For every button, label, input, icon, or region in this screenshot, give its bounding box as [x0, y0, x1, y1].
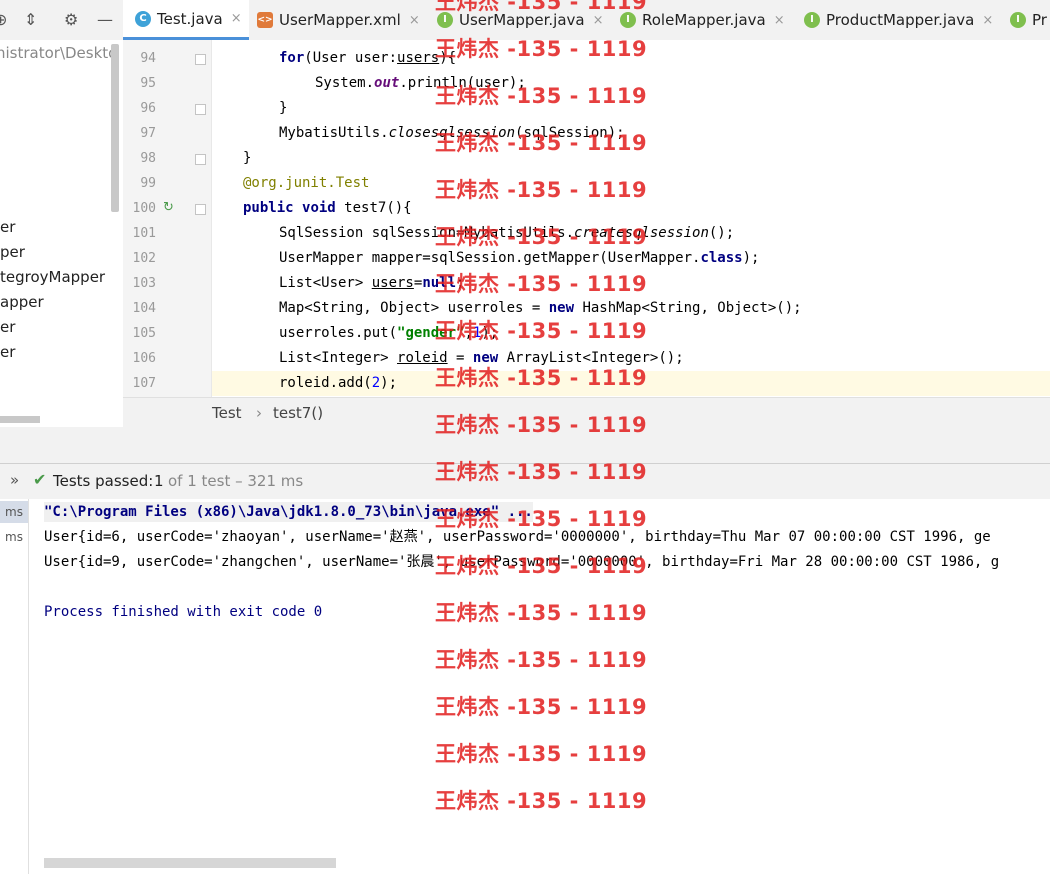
line-number: 107: [132, 376, 156, 391]
line-number: 97: [140, 126, 156, 141]
interface-icon: I: [620, 12, 636, 28]
project-toolbar: ⊕ ⇕ ⚙ —: [0, 0, 123, 41]
console-exit-line: Process finished with exit code 0: [44, 604, 323, 620]
editor-tab-bar: C Test.java × <> UserMapper.xml × I User…: [123, 0, 1050, 41]
collapse-icon[interactable]: ⇕: [24, 10, 37, 30]
code-line-100: public void test7(){: [243, 200, 412, 216]
tab-productmapper-java[interactable]: I ProductMapper.java ×: [804, 0, 998, 40]
close-icon[interactable]: ×: [231, 11, 242, 26]
code-line-107: roleid.add(2);: [212, 371, 1050, 396]
line-number: 101: [132, 226, 156, 241]
expand-icon[interactable]: »: [10, 471, 19, 489]
code-line-98: }: [243, 150, 252, 166]
close-icon[interactable]: ×: [774, 13, 785, 28]
fold-marker-icon[interactable]: [195, 54, 206, 65]
run-status-bar: » ✔ Tests passed: 1 of 1 test – 321 ms: [0, 463, 1050, 500]
line-number: 104: [132, 301, 156, 316]
panel-divider[interactable]: [0, 427, 1050, 463]
tab-usermapper-java[interactable]: I UserMapper.java ×: [437, 0, 609, 40]
code-line-101: SqlSession sqlSession=MybatisUtils.creat…: [279, 225, 735, 241]
console-command-line: "C:\Program Files (x86)\Java\jdk1.8.0_73…: [44, 502, 533, 522]
line-number: 102: [132, 251, 156, 266]
console-output-line: User{id=9, userCode='zhangchen', userNam…: [44, 554, 1000, 570]
fold-marker-icon[interactable]: [195, 104, 206, 115]
minimize-icon[interactable]: —: [97, 10, 113, 30]
chevron-right-icon: ›: [256, 404, 262, 422]
line-number: 100: [132, 201, 156, 216]
tree-item[interactable]: tegroyMapper: [0, 268, 105, 286]
code-line-96: }: [279, 100, 288, 116]
code-line-102: UserMapper mapper=sqlSession.getMapper(U…: [279, 250, 760, 266]
code-line-105: userroles.put("gender",1);: [279, 325, 499, 341]
code-line-95: System.out.println(user);: [315, 75, 526, 91]
tree-path: nistrator\Deskto: [0, 44, 118, 62]
tab-label: RoleMapper.java: [642, 11, 766, 29]
line-number: 95: [140, 76, 156, 91]
console-horizontal-scrollbar[interactable]: [44, 858, 336, 868]
tab-rolemapper-java[interactable]: I RoleMapper.java ×: [620, 0, 794, 40]
tab-label: Pr: [1032, 11, 1047, 29]
tree-item[interactable]: er: [0, 343, 15, 361]
code-line-97: MybatisUtils.closesqlsession(sqlSession)…: [279, 125, 625, 141]
line-number: 99: [140, 176, 156, 191]
tab-usermapper-xml[interactable]: <> UserMapper.xml ×: [257, 0, 429, 40]
console-output-line: User{id=6, userCode='zhaoyan', userName=…: [44, 529, 991, 545]
tree-item[interactable]: er: [0, 218, 15, 236]
xml-icon: <>: [257, 12, 273, 28]
tab-label: UserMapper.xml: [279, 11, 401, 29]
tree-item[interactable]: apper: [0, 293, 44, 311]
test-tree: ms ms: [0, 499, 29, 874]
console-output[interactable]: "C:\Program Files (x86)\Java\jdk1.8.0_73…: [29, 499, 1050, 874]
interface-icon: I: [804, 12, 820, 28]
close-icon[interactable]: ×: [593, 13, 604, 28]
tab-label: UserMapper.java: [459, 11, 585, 29]
editor-gutter: 94 95 96 97 98 99 100 101 102 103 104 10…: [123, 40, 212, 397]
tab-label: Test.java: [157, 9, 223, 28]
check-icon: ✔: [33, 470, 47, 489]
fold-marker-icon[interactable]: [195, 204, 206, 215]
class-icon: C: [135, 10, 151, 27]
tree-item[interactable]: per: [0, 243, 25, 261]
code-editor[interactable]: for(User user:users){ System.out.println…: [212, 40, 1050, 397]
code-line-104: Map<String, Object> userroles = new Hash…: [279, 300, 802, 316]
line-number: 98: [140, 151, 156, 166]
test-duration[interactable]: ms: [0, 501, 28, 523]
line-number: 105: [132, 326, 156, 341]
run-test-icon[interactable]: ↻: [163, 200, 179, 216]
gear-icon[interactable]: ⚙: [64, 10, 78, 30]
fold-marker-icon[interactable]: [195, 154, 206, 165]
tab-label: ProductMapper.java: [826, 11, 975, 29]
code-line-103: List<User> users=null;: [279, 275, 465, 291]
line-number: 106: [132, 351, 156, 366]
code-line-99: @org.junit.Test: [243, 175, 370, 191]
interface-icon: I: [1010, 12, 1026, 28]
project-tree: nistrator\Deskto er per tegroyMapper app…: [0, 40, 124, 427]
tab-truncated[interactable]: I Pr: [1010, 0, 1050, 40]
globe-icon[interactable]: ⊕: [0, 10, 7, 30]
close-icon[interactable]: ×: [982, 13, 993, 28]
breadcrumb-item[interactable]: Test: [212, 404, 242, 422]
close-icon[interactable]: ×: [409, 13, 420, 28]
tree-scrollbar[interactable]: [111, 44, 119, 212]
interface-icon: I: [437, 12, 453, 28]
tree-horizontal-scrollbar[interactable]: [0, 416, 40, 423]
breadcrumb-item[interactable]: test7(): [273, 404, 323, 422]
line-number: 94: [140, 51, 156, 66]
passed-count: 1: [154, 472, 164, 490]
code-line-106: List<Integer> roleid = new ArrayList<Int…: [279, 350, 684, 366]
status-label: Tests passed:: [53, 472, 154, 490]
code-line-94: for(User user:users){: [279, 50, 457, 66]
tree-item[interactable]: er: [0, 318, 15, 336]
line-number: 96: [140, 101, 156, 116]
test-duration[interactable]: ms: [0, 527, 28, 547]
tab-test-java[interactable]: C Test.java ×: [123, 0, 249, 40]
breadcrumb: Test › test7(): [123, 397, 1050, 428]
line-number: 103: [132, 276, 156, 291]
status-detail: of 1 test – 321 ms: [168, 472, 304, 490]
